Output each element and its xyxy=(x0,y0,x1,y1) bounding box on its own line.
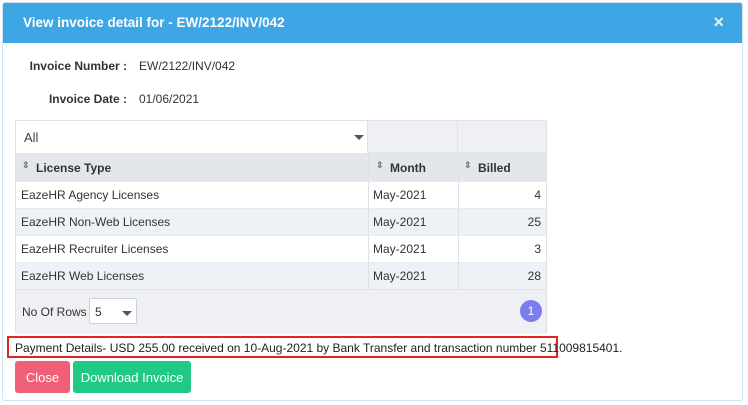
column-divider xyxy=(368,263,369,289)
column-divider xyxy=(458,209,459,235)
invoice-date-row: Invoice Date : xyxy=(3,92,127,108)
table-row: EazeHR Agency Licenses May-2021 4 xyxy=(16,181,546,208)
payment-details-text: Payment Details- USD 255.00 received on … xyxy=(15,341,623,355)
column-license-type[interactable]: ⇕ License Type xyxy=(16,153,368,181)
modal-title: View invoice detail for - EW/2122/INV/04… xyxy=(23,15,285,30)
rows-per-page-value: 5 xyxy=(95,305,102,319)
payment-details-box: Payment Details- USD 255.00 received on … xyxy=(7,336,622,358)
column-divider xyxy=(458,182,459,208)
cell-license-type: EazeHR Web Licenses xyxy=(21,269,145,283)
license-table: All ⇕ License Type ⇕ Month ⇕ Billed Eaze… xyxy=(15,120,547,334)
cell-billed: 25 xyxy=(527,215,541,229)
column-divider xyxy=(368,182,369,208)
cell-billed: 3 xyxy=(534,242,541,256)
cell-month: May-2021 xyxy=(373,269,427,283)
column-divider xyxy=(368,236,369,262)
page-button-1[interactable]: 1 xyxy=(520,300,542,322)
close-button[interactable]: Close xyxy=(15,361,70,393)
table-row: EazeHR Non-Web Licenses May-2021 25 xyxy=(16,208,546,235)
cell-month: May-2021 xyxy=(373,215,427,229)
column-divider xyxy=(368,153,369,181)
column-divider xyxy=(458,236,459,262)
rows-per-page-select[interactable]: 5 xyxy=(89,298,137,324)
invoice-date-value: 01/06/2021 xyxy=(139,92,200,106)
table-footer: No Of Rows : 5 1 xyxy=(16,289,546,334)
invoice-number-label: Invoice Number : xyxy=(29,59,127,73)
cell-license-type: EazeHR Agency Licenses xyxy=(21,188,160,202)
sort-icon: ⇕ xyxy=(376,160,384,170)
invoice-number-row: Invoice Number : xyxy=(3,59,127,75)
license-type-filter[interactable]: All xyxy=(16,121,368,153)
sort-icon: ⇕ xyxy=(464,160,472,170)
table-header: ⇕ License Type ⇕ Month ⇕ Billed xyxy=(16,153,546,181)
column-divider xyxy=(458,153,459,181)
column-billed[interactable]: ⇕ Billed xyxy=(458,153,548,181)
cell-license-type: EazeHR Non-Web Licenses xyxy=(21,215,171,229)
column-divider xyxy=(458,263,459,289)
month-filter-cell xyxy=(368,121,458,153)
filter-value: All xyxy=(24,130,39,145)
cell-billed: 28 xyxy=(527,269,541,283)
column-divider xyxy=(368,209,369,235)
column-label: Month xyxy=(390,161,426,175)
cell-month: May-2021 xyxy=(373,242,427,256)
column-month[interactable]: ⇕ Month xyxy=(368,153,458,181)
chevron-down-icon xyxy=(354,135,364,140)
cell-billed: 4 xyxy=(534,188,541,202)
invoice-number-value: EW/2122/INV/042 xyxy=(139,59,236,73)
table-row: EazeHR Web Licenses May-2021 28 xyxy=(16,262,546,289)
column-label: Billed xyxy=(478,161,511,175)
chevron-down-icon xyxy=(122,311,132,316)
filter-row: All xyxy=(16,121,546,153)
close-icon[interactable]: × xyxy=(713,12,724,33)
modal-header: View invoice detail for - EW/2122/INV/04… xyxy=(3,3,742,43)
table-row: EazeHR Recruiter Licenses May-2021 3 xyxy=(16,235,546,262)
invoice-detail-modal: View invoice detail for - EW/2122/INV/04… xyxy=(2,2,743,401)
sort-icon: ⇕ xyxy=(22,160,30,170)
invoice-date-label: Invoice Date : xyxy=(48,92,127,106)
column-label: License Type xyxy=(36,161,112,175)
rows-per-page-label: No Of Rows : xyxy=(22,305,94,319)
cell-license-type: EazeHR Recruiter Licenses xyxy=(21,242,169,256)
download-invoice-button[interactable]: Download Invoice xyxy=(73,361,191,393)
cell-month: May-2021 xyxy=(373,188,427,202)
